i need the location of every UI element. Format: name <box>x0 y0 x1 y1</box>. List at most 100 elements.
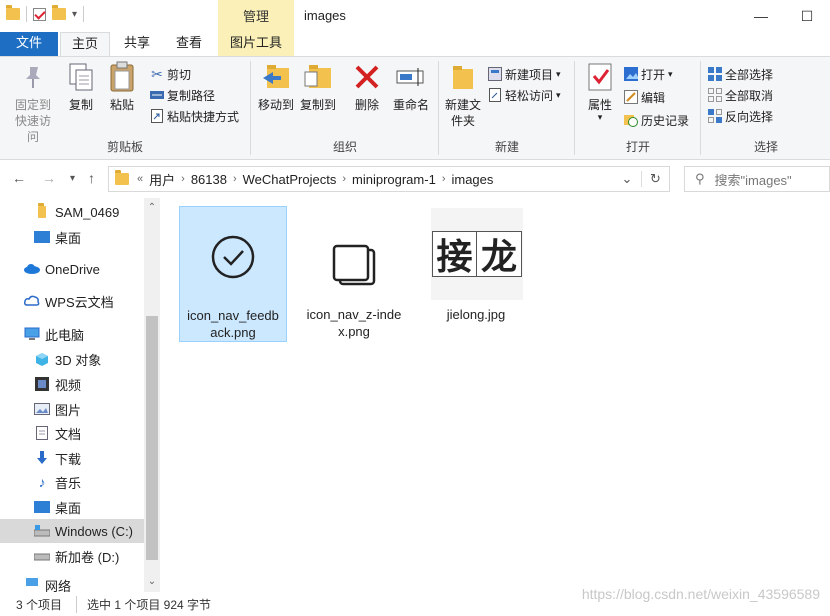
select-all-icon <box>708 67 722 81</box>
new-folder-button[interactable]: 新建文件夹 <box>442 61 484 129</box>
select-none-button[interactable]: 全部取消 <box>708 86 773 104</box>
cut-button[interactable]: ✂ 剪切 <box>150 65 191 83</box>
new-folder-icon <box>447 61 479 93</box>
nav-item-desktop-2[interactable]: 桌面 <box>0 495 144 519</box>
dropdown-arrow-icon: ▾ <box>556 89 561 100</box>
move-to-button[interactable]: 移动到 <box>256 61 296 113</box>
breadcrumb-images[interactable]: images <box>451 172 493 187</box>
rename-button[interactable]: 重命名 <box>388 61 434 113</box>
history-label: 历史记录 <box>641 113 690 128</box>
address-bar[interactable]: « 用户 › 86138 › WeChatProjects › miniprog… <box>108 166 670 192</box>
breadcrumb-users[interactable]: 用户 <box>149 170 175 189</box>
tab-share[interactable]: 共享 <box>112 32 162 56</box>
chevron-right-icon[interactable]: › <box>342 173 346 185</box>
nav-item-pictures[interactable]: 图片 <box>0 397 144 421</box>
nav-item-drive-c[interactable]: Windows (C:) <box>0 519 144 543</box>
tab-file[interactable]: 文件 <box>0 32 58 56</box>
file-item-feedback[interactable]: icon_nav_feedback.png <box>179 206 287 342</box>
breadcrumb-miniprogram[interactable]: miniprogram-1 <box>352 172 436 187</box>
dropdown-arrow-icon: ▾ <box>556 68 561 79</box>
customize-toolbar-icon[interactable]: ▾ <box>72 9 77 20</box>
minimize-button[interactable]: — <box>738 0 784 32</box>
nav-item-documents[interactable]: 文档 <box>0 421 144 445</box>
edit-button[interactable]: 编辑 <box>624 88 665 106</box>
paste-shortcut-button[interactable]: 粘贴快捷方式 <box>150 107 239 125</box>
back-button[interactable]: ← <box>12 170 26 186</box>
nav-item-this-pc[interactable]: 此电脑 <box>0 322 144 346</box>
dropdown-arrow-icon: ▾ <box>668 68 673 79</box>
file-item-zindex[interactable]: icon_nav_z-index.png <box>300 206 408 342</box>
copy-label: 复制 <box>68 98 93 112</box>
new-folder-icon[interactable] <box>52 5 66 20</box>
paste-button[interactable]: 粘贴 <box>104 61 140 113</box>
drive-icon <box>34 524 50 538</box>
forward-button[interactable]: → <box>42 170 56 186</box>
chevron-right-icon[interactable]: › <box>181 173 185 185</box>
nav-item-network[interactable]: 网络 <box>0 576 144 592</box>
edit-pencil-icon <box>624 90 638 104</box>
open-label: 打开 <box>641 67 666 82</box>
scroll-up-icon[interactable]: ⌃ <box>144 200 160 216</box>
scissors-icon: ✂ <box>151 65 163 82</box>
copy-path-button[interactable]: 复制路径 <box>150 86 215 104</box>
properties-icon[interactable] <box>33 7 46 21</box>
file-item-jielong[interactable]: 接 龙 jielong.jpg <box>422 206 530 342</box>
select-group-label: 选择 <box>753 140 778 154</box>
breadcrumb-wechatprojects[interactable]: WeChatProjects <box>243 172 337 187</box>
paste-label: 粘贴 <box>109 98 134 112</box>
open-group: 属性 ▾ 打开 ▾ 编辑 历史记录 打开 <box>576 57 700 159</box>
easy-access-button[interactable]: 轻松访问 ▾ <box>488 86 561 104</box>
nav-item-onedrive[interactable]: OneDrive <box>0 257 144 281</box>
address-history-dropdown[interactable]: ⌄ <box>613 171 641 187</box>
breadcrumb-86138[interactable]: 86138 <box>191 172 227 187</box>
maximize-button[interactable]: ☐ <box>784 0 830 32</box>
file-name: jielong.jpg <box>446 307 506 322</box>
tab-view[interactable]: 查看 <box>164 32 214 56</box>
open-button[interactable]: 打开 ▾ <box>624 65 673 83</box>
chevron-right-icon[interactable]: › <box>442 173 446 185</box>
copy-to-button[interactable]: 复制到 <box>298 61 338 113</box>
tab-home[interactable]: 主页 <box>60 32 110 56</box>
title-bar: ▾ 管理 images — ☐ <box>0 0 830 32</box>
manage-tab[interactable]: 管理 <box>218 0 294 32</box>
watermark: https://blog.csdn.net/weixin_43596589 <box>581 586 820 602</box>
character-long: 龙 <box>480 236 517 278</box>
organize-group: 移动到 复制到 删除 重命名 组织 <box>252 57 438 159</box>
nav-item-label: 网络 <box>45 579 72 592</box>
nav-item-music[interactable]: ♪ 音乐 <box>0 470 144 494</box>
up-button[interactable]: ↑ <box>88 170 95 186</box>
nav-item-sam0469[interactable]: SAM_0469 <box>0 200 144 224</box>
copy-button[interactable]: 复制 <box>64 61 98 113</box>
chevron-right-icon[interactable]: › <box>233 173 237 185</box>
nav-item-desktop[interactable]: 桌面 <box>0 225 144 249</box>
nav-item-drive-d[interactable]: 新加卷 (D:) <box>0 544 144 568</box>
pin-quick-access-button[interactable]: 固定到快速访问 <box>4 61 62 145</box>
new-folder-label: 新建文件夹 <box>444 98 481 128</box>
nav-item-label: 音乐 <box>55 475 82 491</box>
nav-item-videos[interactable]: 视频 <box>0 372 144 396</box>
nav-item-wps-cloud[interactable]: WPS云文档 <box>0 289 144 313</box>
scrollbar-thumb[interactable] <box>146 316 158 560</box>
nav-item-label: 文档 <box>55 426 82 442</box>
nav-item-3d-objects[interactable]: 3D 对象 <box>0 347 144 371</box>
select-all-button[interactable]: 全部选择 <box>708 65 773 83</box>
nav-item-downloads[interactable]: 下载 <box>0 446 144 470</box>
history-button[interactable]: 历史记录 <box>624 111 689 129</box>
overflow-chevron-icon[interactable]: « <box>137 173 143 185</box>
tab-picture-tools[interactable]: 图片工具 <box>218 32 294 56</box>
ribbon-tabs: 文件 主页 共享 查看 图片工具 <box>0 32 830 56</box>
recent-locations-button[interactable]: ▾ <box>70 173 75 184</box>
new-item-button[interactable]: 新建项目 ▾ <box>488 65 561 83</box>
search-input[interactable]: ⚲ 搜索"images" <box>684 166 830 192</box>
delete-button[interactable]: 删除 <box>350 61 384 113</box>
picture-icon <box>34 402 50 416</box>
scroll-down-icon[interactable]: ⌄ <box>144 574 160 590</box>
paste-shortcut-label: 粘贴快捷方式 <box>167 109 240 124</box>
invert-selection-button[interactable]: 反向选择 <box>708 107 773 125</box>
new-item-icon <box>488 67 502 81</box>
nav-scrollbar[interactable]: ⌃ ⌄ <box>144 198 160 592</box>
drive-icon <box>34 549 50 563</box>
properties-label: 属性 <box>587 98 612 112</box>
refresh-icon[interactable]: ↻ <box>641 171 669 187</box>
properties-button[interactable]: 属性 ▾ <box>582 61 618 122</box>
